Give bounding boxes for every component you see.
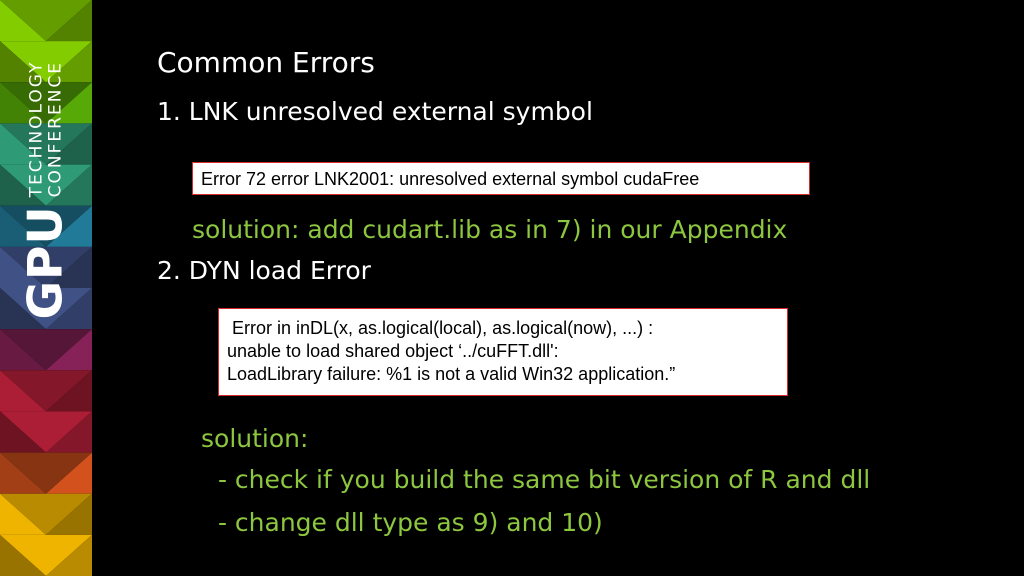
- slide-title: Common Errors: [157, 46, 375, 79]
- error-item-2-heading: 2. DYN load Error: [157, 256, 371, 285]
- error-2-line: unable to load shared object ‘../cuFFT.d…: [227, 341, 559, 361]
- slide-content: Common Errors 1. LNK unresolved external…: [0, 0, 1024, 576]
- solution-2-label: solution:: [201, 424, 309, 453]
- solution-2-step: - change dll type as 9) and 10): [210, 508, 603, 537]
- solution-1-text: solution: add cudart.lib as in 7) in our…: [192, 215, 788, 244]
- error-item-1-heading: 1. LNK unresolved external symbol: [157, 97, 593, 126]
- error-message-box-2: Error in inDL(x, as.logical(local), as.l…: [218, 308, 788, 396]
- error-message-box-1: Error 72 error LNK2001: unresolved exter…: [192, 162, 810, 195]
- error-2-line: Error in inDL(x, as.logical(local), as.l…: [227, 318, 654, 338]
- error-2-line: LoadLibrary failure: %1 is not a valid W…: [227, 364, 676, 384]
- solution-2-step: - check if you build the same bit versio…: [210, 465, 871, 494]
